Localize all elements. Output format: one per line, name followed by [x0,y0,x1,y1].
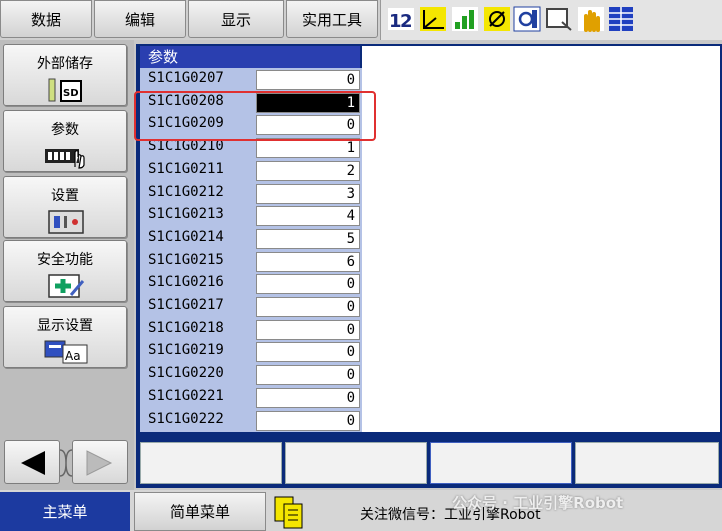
page-next-button[interactable] [72,440,128,484]
blank-area [362,46,720,432]
speed-icon [452,7,478,31]
parameter-name: S1C1G0214 [148,228,224,245]
input-cell-1[interactable] [140,442,282,484]
sd-card-icon: SD [48,78,82,102]
parameter-value[interactable]: 4 [256,206,360,227]
arrow-left-icon [21,451,45,475]
table-row[interactable]: S1C1G0214 5 [140,228,360,251]
parameter-name: S1C1G0222 [148,410,224,427]
table-row[interactable]: S1C1G0207 0 [140,69,360,92]
table-row[interactable]: S1C1G0222 0 [140,410,360,433]
input-cell-2[interactable] [285,442,427,484]
keypad-hand-icon [45,149,85,169]
hand-icon [578,7,604,32]
arrow-right-icon [86,450,113,476]
input-cell-4[interactable] [575,442,719,484]
sidebar-item-label: 外部储存 [37,56,93,72]
coordinate-icon [420,7,446,31]
page-prev-button[interactable] [4,440,60,484]
parameter-value[interactable]: 1 [256,138,360,159]
parameter-value[interactable]: 6 [256,251,360,272]
simple-menu-button[interactable]: 简单菜单 [134,492,266,531]
parameter-value[interactable]: 0 [256,70,360,90]
safety-cross-icon [48,274,85,298]
svg-text:Aa: Aa [65,349,81,363]
page-title: 参数 [140,46,360,68]
table-row[interactable]: S1C1G0217 0 [140,296,360,319]
sidebar-item-label: 参数 [51,122,79,138]
table-row[interactable]: S1C1G0216 0 [140,273,360,296]
parameter-name: S1C1G0216 [148,274,224,291]
parameter-value[interactable]: 0 [256,319,360,340]
parameter-name: S1C1G0207 [148,70,224,86]
sidebar-item-display-settings[interactable]: 显示设置 Aa [3,306,127,368]
document-pages-icon[interactable] [272,494,306,530]
menu-edit-button[interactable]: 编辑 [94,0,186,38]
robot-icon [484,7,510,31]
parameter-value[interactable]: 0 [256,274,360,295]
table-row[interactable]: S1C1G0213 4 [140,205,360,228]
display-font-icon: Aa [44,340,88,364]
parameter-name: S1C1G0213 [148,206,224,223]
sidebar-item-settings[interactable]: 设置 [3,176,127,238]
input-cell-3[interactable] [430,442,572,484]
settings-panel-icon [48,210,84,234]
parameter-name: S1C1G0218 [148,319,224,336]
parameter-value[interactable]: 0 [256,297,360,317]
sidebar-item-label: 显示设置 [37,318,93,334]
parameter-name: S1C1G0212 [148,183,224,200]
mode-12-icon: 1 2 [388,8,414,32]
parameter-value[interactable]: 0 [256,365,360,386]
menu-data-button[interactable]: 数据 [0,0,92,38]
sidebar-item-safety[interactable]: 安全功能 [3,240,127,302]
sidebar-item-label: 安全功能 [37,252,93,268]
watermark-text: 公众号 · 工业引擎Robot [452,494,624,512]
parameter-name: S1C1G0217 [148,297,224,313]
parameter-value[interactable]: 0 [256,387,360,408]
parameter-value[interactable]: 2 [256,160,360,181]
parameter-value[interactable]: 3 [256,183,360,204]
parameter-name: S1C1G0220 [148,365,224,382]
sidebar-item-label: 设置 [51,188,79,204]
parameter-value[interactable]: 0 [256,342,360,363]
table-row[interactable]: S1C1G0220 0 [140,364,360,387]
table-row[interactable]: S1C1G0219 0 [140,341,360,364]
table-row[interactable]: S1C1G0221 0 [140,387,360,410]
screen-icon [546,8,572,31]
sidebar-item-external-storage[interactable]: 外部储存 SD [3,44,127,106]
table-row[interactable]: S1C1G0215 6 [140,251,360,274]
menu-utility-button[interactable]: 实用工具 [286,0,378,38]
svg-text:2: 2 [400,11,413,32]
parameter-name: S1C1G0211 [148,160,224,177]
menu-display-button[interactable]: 显示 [188,0,284,38]
highlight-box [134,91,376,141]
table-row[interactable]: S1C1G0211 2 [140,160,360,183]
parameter-name: S1C1G0215 [148,251,224,268]
parameter-name: S1C1G0221 [148,387,224,404]
tool-icon [513,6,541,32]
svg-text:SD: SD [63,88,79,99]
table-row[interactable]: S1C1G0212 3 [140,183,360,206]
sidebar-item-parameters[interactable]: 参数 [3,110,127,172]
parameter-value[interactable]: 5 [256,228,360,249]
parameter-value[interactable]: 0 [256,410,360,431]
table-row[interactable]: S1C1G0218 0 [140,319,360,342]
parameter-name: S1C1G0219 [148,342,224,359]
main-menu-button[interactable]: 主菜单 [0,492,130,531]
grid-icon [609,7,633,31]
